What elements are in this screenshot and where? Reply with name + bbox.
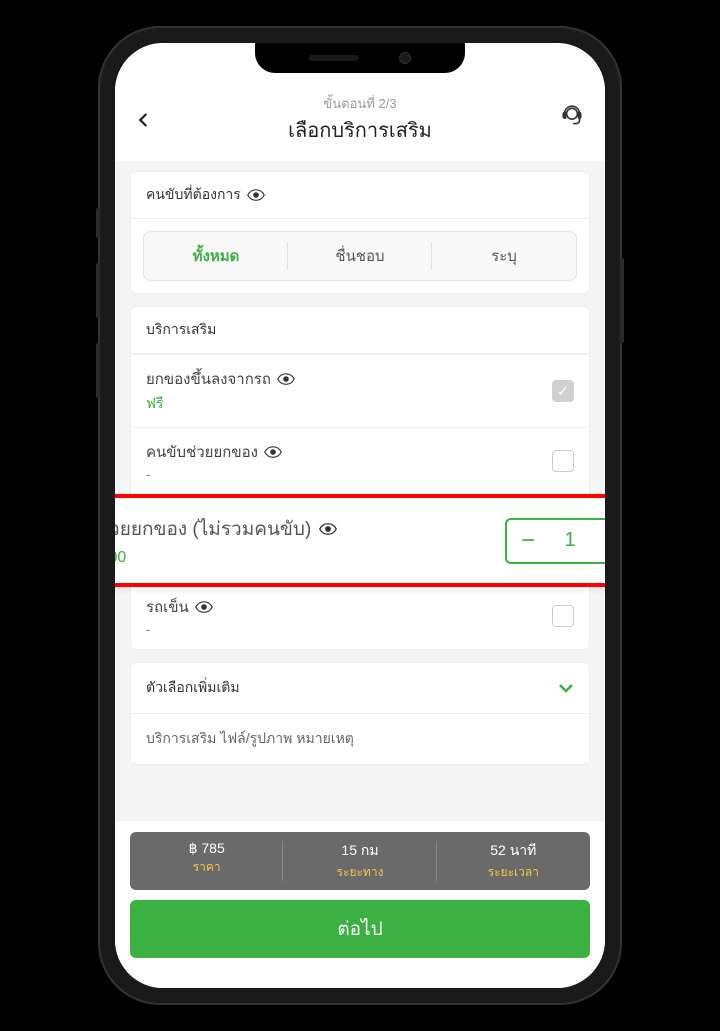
back-button[interactable] — [135, 104, 165, 136]
chevron-down-icon — [558, 680, 574, 696]
next-button[interactable]: ต่อไป — [130, 900, 590, 958]
service-price: - — [146, 621, 552, 637]
helper-label: ผู้ช่วยยกของ (ไม่รวมคนขับ) — [115, 514, 311, 544]
stepper-minus[interactable]: − — [507, 520, 549, 562]
service-row-driver-help: คนขับช่วยยกของ - — [131, 427, 589, 494]
summary-duration-value: 52 นาที — [442, 840, 585, 862]
driver-preference-card: คนขับที่ต้องการ ทั้งหมด ชื่นชอบ ระบุ — [130, 171, 590, 294]
checkbox-cart[interactable] — [552, 605, 574, 627]
segment-all[interactable]: ทั้งหมด — [144, 232, 288, 280]
services-title: บริการเสริม — [146, 319, 216, 341]
page-title: เลือกบริการเสริม — [165, 114, 555, 146]
service-price: ฟรี — [146, 393, 552, 415]
eye-icon — [264, 445, 282, 459]
step-indicator: ขั้นตอนที่ 2/3 — [165, 93, 555, 114]
summary-distance-value: 15 กม — [288, 840, 431, 862]
driver-section-title: คนขับที่ต้องการ — [146, 184, 241, 206]
stepper-value: 1 — [549, 529, 591, 552]
service-price: - — [146, 466, 552, 482]
summary-price-label: ราคา — [135, 858, 278, 877]
summary-distance-label: ระยะทาง — [288, 863, 431, 882]
service-label: คนขับช่วยยกของ — [146, 440, 258, 464]
more-options-body: บริการเสริม ไฟล์/รูปภาพ หมายเหตุ — [131, 714, 589, 764]
eye-icon — [319, 522, 337, 536]
services-card: บริการเสริม ยกของขึ้นลงจากรถ ฟรี ✓ — [130, 306, 590, 650]
more-options-card: ตัวเลือกเพิ่มเติม บริการเสริม ไฟล์/รูปภา… — [130, 662, 590, 765]
summary-bar: ฿ 785 ราคา 15 กม ระยะทาง 52 นาที ระยะเวล… — [130, 832, 590, 890]
more-options-toggle[interactable]: ตัวเลือกเพิ่มเติม — [131, 663, 589, 714]
eye-icon — [195, 600, 213, 614]
segment-favorite[interactable]: ชื่นชอบ — [288, 232, 432, 280]
stepper-plus[interactable]: + — [591, 520, 605, 562]
summary-price-value: ฿ 785 — [135, 840, 278, 857]
service-row-cart: รถเข็น - — [131, 582, 589, 649]
checkbox-loading[interactable]: ✓ — [552, 380, 574, 402]
footer: ฿ 785 ราคา 15 กม ระยะทาง 52 นาที ระยะเวล… — [115, 822, 605, 988]
service-label: ยกของขึ้นลงจากรถ — [146, 367, 271, 391]
eye-icon — [247, 188, 265, 202]
summary-duration-label: ระยะเวลา — [442, 863, 585, 882]
segment-specify[interactable]: ระบุ — [432, 232, 576, 280]
driver-segment: ทั้งหมด ชื่นชอบ ระบุ — [143, 231, 577, 281]
support-icon[interactable] — [555, 104, 585, 135]
eye-icon — [277, 372, 295, 386]
helper-service-highlight: ผู้ช่วยยกของ (ไม่รวมคนขับ) ฿ 300 − 1 + — [115, 494, 605, 587]
quantity-stepper: − 1 + — [505, 518, 605, 564]
service-label: รถเข็น — [146, 595, 189, 619]
more-options-title: ตัวเลือกเพิ่มเติม — [146, 677, 240, 699]
checkbox-driver-help[interactable] — [552, 450, 574, 472]
helper-price: ฿ 300 — [115, 547, 505, 567]
service-row-loading: ยกของขึ้นลงจากรถ ฟรี ✓ — [131, 354, 589, 427]
